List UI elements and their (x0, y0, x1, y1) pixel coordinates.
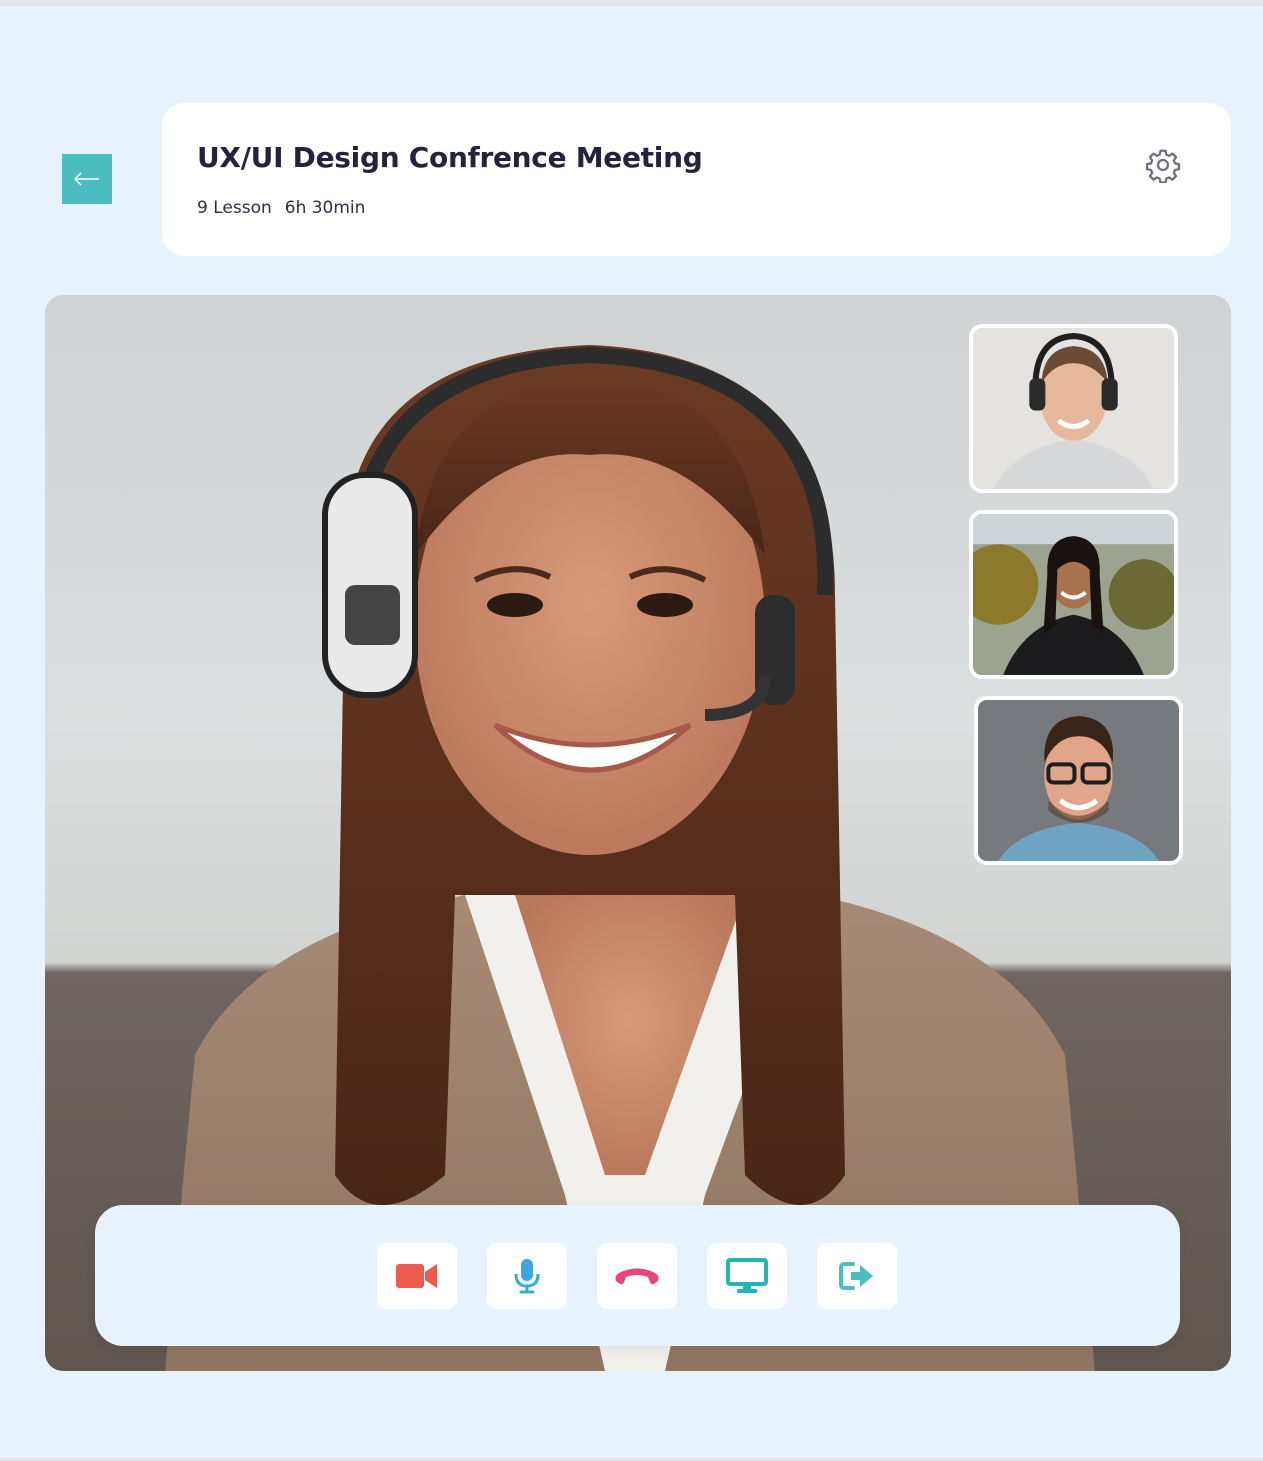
participant-thumbnail-3[interactable] (974, 696, 1183, 865)
video-camera-icon (396, 1264, 437, 1288)
leave-meeting-button[interactable] (817, 1243, 897, 1309)
meeting-duration: 6h 30min (284, 198, 366, 218)
participant-thumbnail-2[interactable] (969, 510, 1178, 679)
top-border (0, 0, 1263, 6)
microphone-toggle-button[interactable] (487, 1243, 567, 1309)
monitor-icon (726, 1258, 768, 1293)
hang-up-button[interactable] (597, 1243, 677, 1309)
back-button[interactable] (62, 154, 112, 204)
call-controls (95, 1205, 1180, 1346)
participant-video-1 (973, 328, 1174, 489)
share-screen-button[interactable] (707, 1243, 787, 1309)
meeting-header: UX/UI Design Confrence Meeting 9 Lesson … (162, 103, 1231, 256)
gear-icon (1145, 149, 1181, 183)
settings-button[interactable] (1144, 146, 1182, 184)
video-stage (45, 295, 1231, 1371)
arrow-left-icon (73, 172, 99, 186)
participant-video-3 (978, 700, 1179, 861)
meeting-meta: 9 Lesson 6h 30min (197, 198, 365, 218)
camera-toggle-button[interactable] (377, 1243, 457, 1309)
participant-video-2 (973, 514, 1174, 675)
microphone-icon (514, 1259, 540, 1294)
participant-thumbnail-1[interactable] (969, 324, 1178, 493)
phone-hangup-icon (615, 1268, 659, 1285)
lesson-count: 9 Lesson (197, 198, 272, 218)
meeting-title: UX/UI Design Confrence Meeting (197, 141, 703, 174)
exit-icon (839, 1262, 873, 1290)
